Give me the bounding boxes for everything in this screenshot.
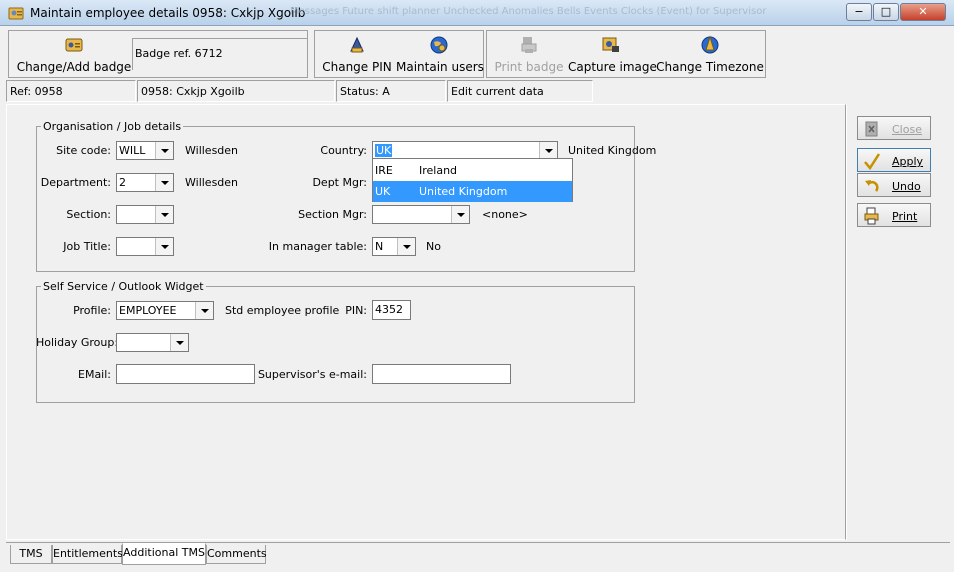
self-service-group-title: Self Service / Outlook Widget: [41, 280, 206, 293]
section-mgr-select[interactable]: [372, 205, 470, 224]
dept-mgr-label: Dept Mgr:: [312, 176, 367, 189]
chevron-down-icon: [195, 302, 213, 319]
email-label: EMail:: [78, 368, 111, 381]
change-pin-button[interactable]: Change PIN: [320, 30, 394, 78]
profile-label: Profile:: [73, 304, 111, 317]
chevron-down-icon: [155, 174, 173, 191]
print-button[interactable]: Print: [857, 203, 931, 227]
holiday-group-label: Holiday Group:: [36, 336, 119, 349]
badge-ref: Badge ref. 6712: [132, 38, 308, 70]
country-desc: United Kingdom: [568, 144, 657, 157]
chevron-down-icon: [155, 142, 173, 159]
section-mgr-label: Section Mgr:: [298, 208, 367, 221]
capture-image-button[interactable]: Capture image: [568, 30, 657, 78]
site-code-desc: Willesden: [185, 144, 239, 157]
tab-additional-tms[interactable]: Additional TMS: [122, 543, 206, 565]
in-manager-select[interactable]: N: [372, 237, 416, 256]
section-label: Section:: [66, 208, 111, 221]
close-door-icon: [865, 121, 878, 137]
ref-cell: Ref: 0958: [6, 80, 136, 102]
change-timezone-button[interactable]: Change Timezone: [656, 30, 764, 78]
department-select[interactable]: 2: [116, 173, 174, 192]
profile-select[interactable]: EMPLOYEE: [116, 301, 214, 320]
timezone-icon: [701, 35, 719, 54]
checkmark-icon: [864, 153, 881, 170]
title-bar: Maintain employee details 0958: Cxkjp Xg…: [0, 0, 954, 26]
minimize-button[interactable]: −: [846, 3, 872, 21]
chevron-down-icon: [397, 238, 415, 255]
apply-button[interactable]: Apply: [857, 148, 931, 172]
site-code-select[interactable]: WILL: [116, 141, 174, 160]
window-title: Maintain employee details 0958: Cxkjp Xg…: [30, 6, 306, 20]
tab-tms[interactable]: TMS: [10, 545, 52, 564]
supervisor-email-label: Supervisor's e-mail:: [257, 368, 367, 381]
country-option-selected[interactable]: UK United Kingdom: [373, 181, 572, 202]
pin-label: PIN:: [345, 304, 367, 317]
change-badge-button[interactable]: Change/Add badge: [12, 30, 136, 78]
printer-icon: [864, 207, 879, 225]
tab-comments[interactable]: Comments: [206, 545, 267, 564]
background-window-text: Messages Future shift planner Unchecked …: [290, 6, 767, 17]
chevron-down-icon: [170, 334, 188, 351]
close-window-button[interactable]: ✕: [900, 3, 946, 21]
employee-cell: 0958: Cxkjp Xgoilb: [137, 80, 335, 102]
print-badge-button[interactable]: Print badge: [492, 30, 566, 78]
status-strip: Ref: 0958 0958: Cxkjp Xgoilb Status: A E…: [6, 80, 946, 102]
email-field[interactable]: [116, 364, 255, 384]
section-mgr-desc: <none>: [482, 208, 528, 221]
status-cell: Status: A: [336, 80, 446, 102]
job-title-select[interactable]: [116, 237, 174, 256]
pin-field[interactable]: 4352: [372, 300, 411, 320]
section-select[interactable]: [116, 205, 174, 224]
globe-user-icon: [430, 36, 448, 54]
holiday-group-select[interactable]: [116, 333, 189, 352]
mode-cell: Edit current data: [447, 80, 593, 102]
maintain-users-button[interactable]: Maintain users: [396, 30, 484, 78]
country-label: Country:: [320, 144, 367, 157]
profile-desc: Std employee profile: [225, 304, 340, 317]
maximize-button[interactable]: □: [873, 3, 899, 21]
printer-disabled-icon: [521, 37, 537, 53]
pin-icon: [350, 36, 364, 53]
camera-icon: [602, 37, 619, 52]
chevron-down-icon: [155, 206, 173, 223]
chevron-down-icon: [155, 238, 173, 255]
chevron-down-icon: [539, 142, 557, 159]
undo-icon: [865, 180, 879, 192]
chevron-down-icon: [451, 206, 469, 223]
country-option[interactable]: IRE Ireland: [373, 160, 572, 181]
in-manager-desc: No: [426, 240, 441, 253]
organisation-group-title: Organisation / Job details: [41, 120, 184, 133]
country-dropdown-list: IRE Ireland UK United Kingdom: [372, 158, 573, 202]
supervisor-email-field[interactable]: [372, 364, 511, 384]
toolbar: Change/Add badge Badge ref. 6712 Change …: [8, 30, 946, 78]
close-button[interactable]: Close: [857, 116, 931, 140]
department-desc: Willesden: [185, 176, 239, 189]
job-title-label: Job Title:: [63, 240, 111, 253]
undo-button[interactable]: Undo: [857, 173, 931, 197]
app-icon: [8, 7, 24, 20]
tab-entitlements[interactable]: Entitlements: [52, 545, 123, 564]
site-code-label: Site code:: [56, 144, 111, 157]
in-manager-label: In manager table:: [268, 240, 367, 253]
badge-icon: [65, 38, 83, 52]
department-label: Department:: [40, 176, 111, 189]
